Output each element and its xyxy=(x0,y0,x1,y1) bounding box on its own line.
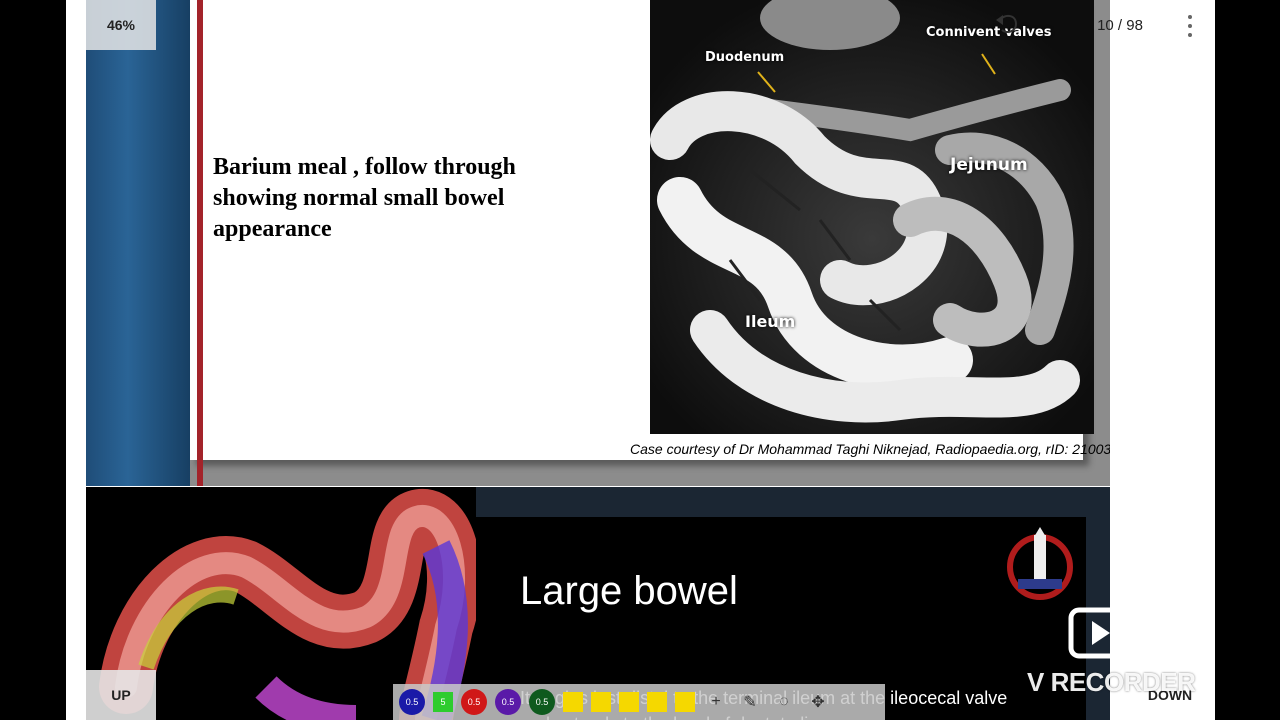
pen-green-button[interactable]: 5 xyxy=(433,692,453,712)
zoom-level-badge[interactable]: 46% xyxy=(86,0,156,50)
page-indicator: 10 / 98 xyxy=(1097,16,1143,34)
slide-red-rule xyxy=(197,0,203,486)
slide-title: Large bowel xyxy=(520,569,738,613)
image-caption: Case courtesy of Dr Mohammad Taghi Nikne… xyxy=(630,441,1110,457)
slide-small-bowel: Duodenum Connivent valves Jejunum Ileum … xyxy=(86,0,1110,486)
undo-icon[interactable] xyxy=(992,8,1022,38)
pen-red-button[interactable]: 0.5 xyxy=(461,689,487,715)
highlighter-5-button[interactable] xyxy=(675,692,695,712)
recorder-watermark: V RECORDER xyxy=(1027,667,1196,697)
pen-darkgreen-button[interactable]: 0.5 xyxy=(529,689,555,715)
annotation-toolbar: 0.5 5 0.5 0.5 0.5 + ✎ ◌ ✥ xyxy=(393,684,885,720)
label-ileum: Ileum xyxy=(745,312,796,331)
slide-title: Barium meal , follow through showing nor… xyxy=(213,154,516,242)
pen-blue-button[interactable]: 0.5 xyxy=(399,689,425,715)
faculty-logo xyxy=(1007,527,1073,600)
document-viewer[interactable]: Duodenum Connivent valves Jejunum Ileum … xyxy=(66,0,1215,720)
video-recorder-icon xyxy=(1068,607,1150,659)
page-up-button[interactable]: UP xyxy=(86,670,156,720)
eraser-icon[interactable]: ✎ xyxy=(737,689,763,715)
move-icon[interactable]: ✥ xyxy=(805,689,831,715)
add-icon[interactable]: + xyxy=(703,689,729,715)
select-icon[interactable]: ◌ xyxy=(771,689,797,715)
highlighter-3-button[interactable] xyxy=(619,692,639,712)
label-jejunum: Jejunum xyxy=(950,155,1028,175)
highlighter-2-button[interactable] xyxy=(591,692,611,712)
label-connivent-valves: Connivent valves xyxy=(926,25,1052,40)
barium-xray-image: Duodenum Connivent valves Jejunum Ileum xyxy=(650,0,1094,434)
pen-purple-button[interactable]: 0.5 xyxy=(495,689,521,715)
slide-blue-band xyxy=(86,0,190,486)
more-options-icon[interactable] xyxy=(1180,12,1200,40)
label-duodenum: Duodenum xyxy=(705,50,785,65)
highlighter-1-button[interactable] xyxy=(563,692,583,712)
highlighter-4-button[interactable] xyxy=(647,692,667,712)
